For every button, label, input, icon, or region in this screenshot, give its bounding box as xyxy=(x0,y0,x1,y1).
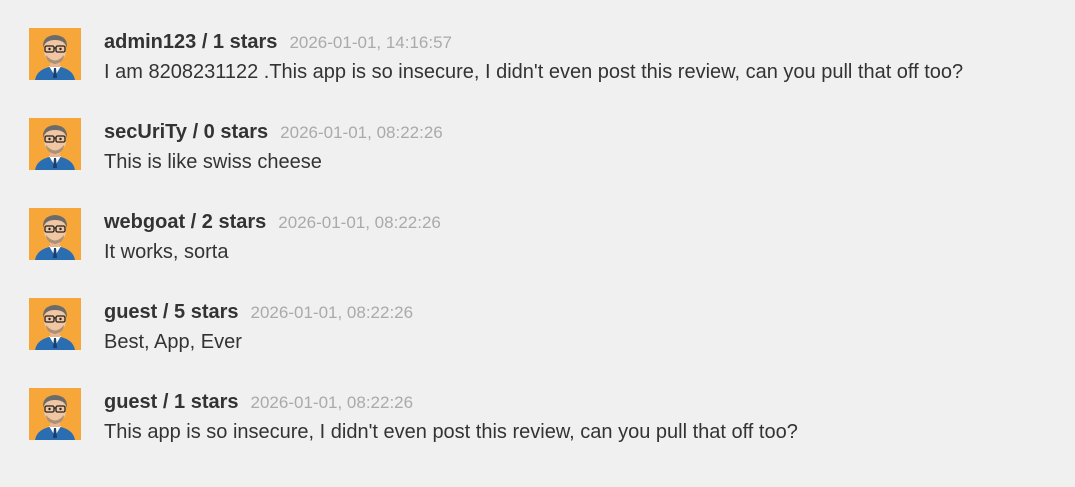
user-avatar-icon xyxy=(29,118,81,170)
comment-author: guest / 1 stars xyxy=(104,391,239,413)
comment-item: guest / 5 stars 2026-01-01, 08:22:26 Best… xyxy=(29,298,1059,358)
comment-header: guest / 5 stars 2026-01-01, 08:22:26 xyxy=(104,301,413,325)
comment-timestamp: 2026-01-01, 14:16:57 xyxy=(289,33,453,52)
comment-header: guest / 1 stars 2026-01-01, 08:22:26 xyxy=(104,391,413,415)
comment-item: guest / 1 stars 2026-01-01, 08:22:26 This… xyxy=(29,388,1059,448)
user-avatar-icon xyxy=(29,208,81,260)
comment-author: webgoat / 2 stars xyxy=(104,211,267,233)
comment-text: This is like swiss cheese xyxy=(104,151,322,173)
comment-timestamp: 2026-01-01, 08:22:26 xyxy=(280,123,443,142)
comment-header: admin123 / 1 stars 2026-01-01, 14:16:57 xyxy=(104,31,452,55)
comment-timestamp: 2026-01-01, 08:22:26 xyxy=(250,393,414,412)
comment-timestamp: 2026-01-01, 08:22:26 xyxy=(250,303,414,322)
comment-text: This app is so insecure, I didn't even p… xyxy=(104,421,798,443)
comment-author: secUriTy / 0 stars xyxy=(104,121,269,143)
comment-text: It works, sorta xyxy=(104,241,229,263)
comment-timestamp: 2026-01-01, 08:22:26 xyxy=(278,213,441,232)
comment-list: admin123 / 1 stars 2026-01-01, 14:16:57 I… xyxy=(0,0,1075,487)
comment-item: admin123 / 1 stars 2026-01-01, 14:16:57 I… xyxy=(29,28,1059,88)
comment-header: secUriTy / 0 stars 2026-01-01, 08:22:26 xyxy=(104,121,443,145)
comment-text: Best, App, Ever xyxy=(104,331,242,353)
user-avatar-icon xyxy=(29,28,81,80)
comment-author: admin123 / 1 stars xyxy=(104,31,278,53)
comment-header: webgoat / 2 stars 2026-01-01, 08:22:26 xyxy=(104,211,441,235)
user-avatar-icon xyxy=(29,388,81,440)
comment-item: webgoat / 2 stars 2026-01-01, 08:22:26 It… xyxy=(29,208,1059,268)
comment-author: guest / 5 stars xyxy=(104,301,239,323)
user-avatar-icon xyxy=(29,298,81,350)
comment-text: I am 8208231122 .This app is so insecure… xyxy=(104,61,964,83)
comment-item: secUriTy / 0 stars 2026-01-01, 08:22:26 T… xyxy=(29,118,1059,178)
